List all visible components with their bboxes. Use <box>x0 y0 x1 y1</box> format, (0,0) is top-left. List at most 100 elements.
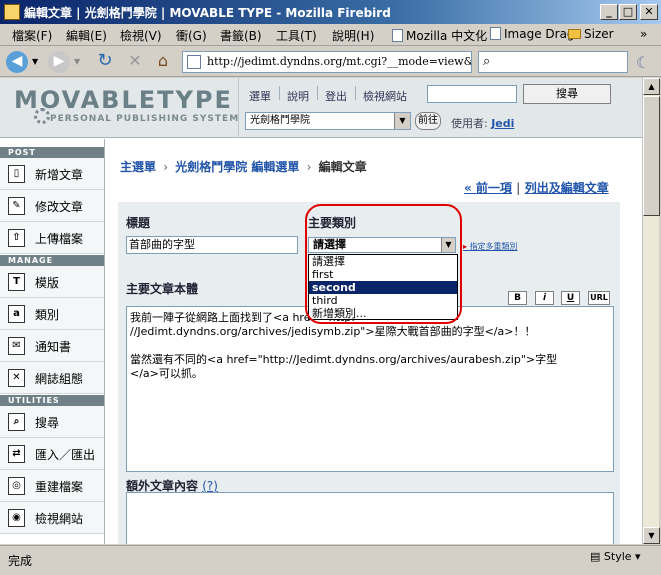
forward-arrow-icon[interactable]: ▶ <box>48 51 70 73</box>
page-icon <box>490 27 501 40</box>
favicon-icon <box>187 55 201 69</box>
italic-button[interactable]: i <box>535 291 554 305</box>
rebuild-icon: ◎ <box>8 477 25 495</box>
template-icon: T <box>8 273 25 291</box>
web-search-input[interactable]: ⌕ <box>478 51 628 73</box>
maximize-button[interactable]: □ <box>619 4 637 20</box>
sidebar-heading-utilities: UTILITIES <box>0 395 104 406</box>
header-search-button[interactable]: 搜尋 <box>523 84 611 104</box>
extended-textarea[interactable] <box>126 492 614 544</box>
body-textarea[interactable]: 我前一陣子從網路上面找到了<a href="http: //Jedimt.dyn… <box>126 306 614 472</box>
browser-app-icon <box>4 4 20 20</box>
menu-bookmarks[interactable]: 書籤(B) <box>220 27 262 44</box>
bookmarks-overflow-chevron[interactable]: » <box>640 27 647 41</box>
bookmark-mozilla-zh[interactable]: Mozilla 中文化 <box>392 27 487 44</box>
sidebar-item-view-site[interactable]: ◉ 檢視網站 <box>0 502 104 534</box>
sidebar-item-rebuild[interactable]: ◎ 重建檔案 <box>0 470 104 502</box>
scroll-down-icon[interactable]: ▼ <box>643 527 660 544</box>
highlight-annotation <box>305 204 462 324</box>
menu-go[interactable]: 衝(G) <box>176 27 207 44</box>
navigation-toolbar: ◀ ▼ ▶ ▼ ↻ ✕ ⌂ http://jedimt.dyndns.org/m… <box>0 47 661 77</box>
divider <box>317 86 318 100</box>
breadcrumb: 主選單 › 光劍格鬥學院 編輯選單 › 編輯文章 <box>120 160 367 174</box>
page-icon <box>392 29 403 42</box>
sidebar-item-search[interactable]: ⌕ 搜尋 <box>0 406 104 438</box>
menu-bar: 檔案(F) 編輯(E) 檢視(V) 衝(G) 書籤(B) 工具(T) 說明(H)… <box>0 24 661 46</box>
new-post-icon: ▯ <box>8 165 25 183</box>
style-switcher[interactable]: ▤ Style ▾ <box>590 550 641 563</box>
folder-icon <box>568 29 581 39</box>
link-main-menu[interactable]: 選單 <box>249 88 271 104</box>
close-button[interactable]: ✕ <box>640 4 658 20</box>
import-export-icon: ⇄ <box>8 445 25 463</box>
list-entries-link[interactable]: 列出及編輯文章 <box>525 181 609 195</box>
sidebar-item-blog-config[interactable]: ✕ 網誌組態 <box>0 362 104 394</box>
stop-icon[interactable]: ✕ <box>124 51 146 73</box>
menu-file[interactable]: 檔案(F) <box>12 27 52 44</box>
header-search-input[interactable] <box>427 85 517 103</box>
logo-tagline: PERSONAL PUBLISHING SYSTEM <box>50 114 240 124</box>
breadcrumb-main-menu[interactable]: 主選單 <box>120 160 156 174</box>
sidebar-item-import-export[interactable]: ⇄ 匯入／匯出 <box>0 438 104 470</box>
go-button[interactable]: 前往 <box>415 112 441 130</box>
tools-icon: ✕ <box>8 369 25 387</box>
title-input[interactable]: 首部曲的字型 <box>126 236 298 254</box>
window-title: 編輯文章 | 光劍格鬥學院 | MOVABLE TYPE - Mozilla F… <box>24 6 391 20</box>
chevron-down-icon: ▾ <box>635 550 641 563</box>
divider <box>355 86 356 100</box>
chevron-down-icon: ▼ <box>394 113 410 129</box>
sidebar-item-categories[interactable]: a 類別 <box>0 298 104 330</box>
blog-select[interactable]: 光劍格鬥學院 ▼ <box>245 112 411 130</box>
sidebar-item-upload[interactable]: ⇧ 上傳檔案 <box>0 222 104 254</box>
back-dropdown-icon[interactable]: ▼ <box>32 57 38 66</box>
extended-help-link[interactable]: (?) <box>202 479 218 493</box>
bookmark-sizer[interactable]: Sizer <box>568 27 614 41</box>
style-icon: ▤ <box>590 550 601 563</box>
menu-edit[interactable]: 編輯(E) <box>66 27 107 44</box>
url-button[interactable]: URL <box>588 291 610 305</box>
breadcrumb-blog-menu[interactable]: 光劍格鬥學院 編輯選單 <box>175 160 299 174</box>
body-line: 當然還有不同的<a href="http://Jedimt.dyndns.org… <box>130 353 558 366</box>
sidebar-item-edit-post[interactable]: ✎ 修改文章 <box>0 190 104 222</box>
underline-button[interactable]: U <box>561 291 580 305</box>
body-line: </a>可以抓。 <box>130 367 203 380</box>
menu-tools[interactable]: 工具(T) <box>276 27 317 44</box>
scroll-up-icon[interactable]: ▲ <box>643 78 660 95</box>
mt-header: MOVABLETYPE PERSONAL PUBLISHING SYSTEM 選… <box>0 78 642 138</box>
sidebar-item-new-post[interactable]: ▯ 新增文章 <box>0 158 104 190</box>
link-logout[interactable]: 登出 <box>325 88 347 104</box>
scroll-thumb[interactable] <box>643 96 660 216</box>
vertical-scrollbar[interactable]: ▲ ▼ <box>642 78 660 544</box>
bookmark-image-drag[interactable]: Image Drag <box>490 27 575 41</box>
search-magnifier-icon: ⌕ <box>483 54 491 69</box>
link-view-site[interactable]: 檢視網站 <box>363 88 407 104</box>
category-icon: a <box>8 305 25 323</box>
multiple-categories-link[interactable]: ▸ 指定多重類別 <box>463 241 518 252</box>
bold-button[interactable]: B <box>508 291 527 305</box>
back-arrow-icon[interactable]: ◀ <box>6 51 28 73</box>
sidebar-heading-manage: MANAGE <box>0 255 104 266</box>
divider <box>279 86 280 100</box>
body-line: //Jedimt.dyndns.org/archives/jedisymb.zi… <box>130 325 536 338</box>
title-bar: 編輯文章 | 光劍格鬥學院 | MOVABLE TYPE - Mozilla F… <box>0 0 661 24</box>
sidebar-item-templates[interactable]: T 模版 <box>0 266 104 298</box>
minimize-button[interactable]: _ <box>600 4 618 20</box>
reload-icon[interactable]: ↻ <box>94 51 116 73</box>
forward-dropdown-icon[interactable]: ▼ <box>74 57 80 66</box>
header-navigation: 選單 說明 登出 檢視網站 搜尋 光劍格鬥學院 ▼ 前往 使用者: Jedi <box>238 78 642 138</box>
home-icon[interactable]: ⌂ <box>152 51 174 73</box>
menu-help[interactable]: 說明(H) <box>332 27 374 44</box>
throbber-icon: ☾ <box>636 53 651 72</box>
sidebar: POST ▯ 新增文章 ✎ 修改文章 ⇧ 上傳檔案 MANAGE T 模版 a … <box>0 139 105 544</box>
status-text: 完成 <box>8 554 33 568</box>
user-info: 使用者: Jedi <box>451 117 515 130</box>
menu-view[interactable]: 檢視(V) <box>120 27 162 44</box>
body-label: 主要文章本體 <box>126 282 199 296</box>
entry-navigation: « 前一項 | 列出及編輯文章 <box>464 181 609 195</box>
link-help[interactable]: 說明 <box>287 88 309 104</box>
breadcrumb-current: 編輯文章 <box>318 160 367 174</box>
sidebar-item-notifications[interactable]: ✉ 通知書 <box>0 330 104 362</box>
url-input[interactable]: http://jedimt.dyndns.org/mt.cgi?__mode=v… <box>182 51 472 73</box>
previous-entry-link[interactable]: « 前一項 <box>464 181 512 195</box>
user-name-link[interactable]: Jedi <box>491 117 514 130</box>
